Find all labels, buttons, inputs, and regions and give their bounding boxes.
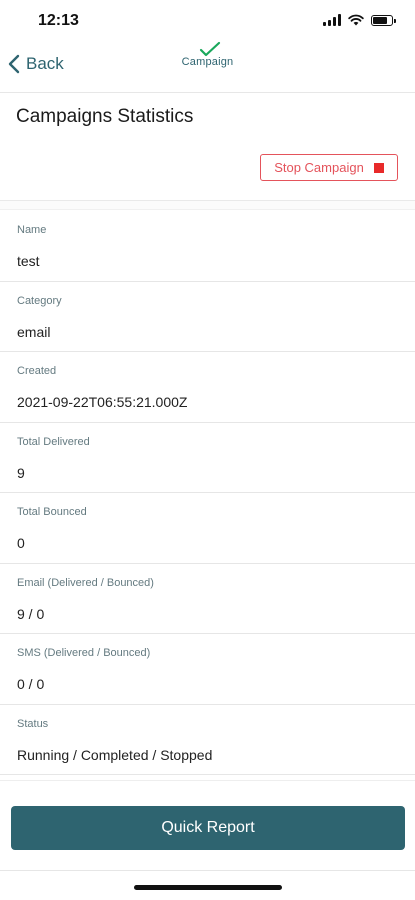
cellular-signal-icon [323,14,341,26]
battery-level [373,16,388,24]
section-divider [0,200,415,210]
bottom-divider [0,870,415,871]
back-label: Back [26,54,64,73]
field-total-delivered: Total Delivered 9 [0,423,415,493]
field-label: Name [17,224,47,236]
stop-campaign-label: Stop Campaign [274,160,364,175]
field-email-stats: Email (Delivered / Bounced) 9 / 0 [0,564,415,634]
field-created: Created 2021-09-22T06:55:21.000Z [0,352,415,423]
status-icons [323,14,396,26]
chevron-left-icon [8,54,20,74]
field-name: Name test [0,211,415,282]
stop-icon [373,162,384,173]
field-value: email [17,323,51,340]
field-category: Category email [0,282,415,352]
field-value: 9 / 0 [17,605,45,622]
wifi-icon [348,14,364,26]
field-value: 0 / 0 [17,676,45,692]
home-indicator[interactable] [134,885,282,890]
field-value: 2021-09-22T06:55:21.000Z [17,394,188,410]
field-value: Running / Completed / Stopped [17,746,213,763]
app-logo: Campaign [173,41,243,84]
navigation-bar: Back Campaign [0,41,415,93]
field-label: Email (Delivered / Bounced) [17,576,154,589]
field-label: SMS (Delivered / Bounced) [17,647,151,659]
back-button[interactable]: Back [8,54,64,74]
field-label: Status [17,717,49,730]
field-sms-stats: SMS (Delivered / Bounced) 0 / 0 [0,634,415,705]
campaign-details-list: Name test Category email Created 2021-09… [0,211,415,775]
field-label: Total Bounced [17,506,87,518]
field-total-bounced: Total Bounced 0 [0,493,415,564]
field-value: 0 [17,535,25,551]
footer-divider [0,780,415,791]
status-time: 12:13 [38,12,79,29]
logo-text: Campaign [181,56,234,68]
field-status: Status Running / Completed / Stopped [0,705,415,775]
field-value: 9 [17,464,25,481]
field-label: Category [17,294,62,307]
status-bar: 12:13 [0,0,415,44]
field-label: Total Delivered [17,435,90,448]
field-value: test [17,253,40,269]
stop-campaign-button[interactable]: Stop Campaign [260,154,398,181]
field-label: Created [17,365,57,377]
page-title: Campaigns Statistics [16,106,194,127]
battery-icon [371,14,396,26]
quick-report-button[interactable]: Quick Report [11,806,405,850]
